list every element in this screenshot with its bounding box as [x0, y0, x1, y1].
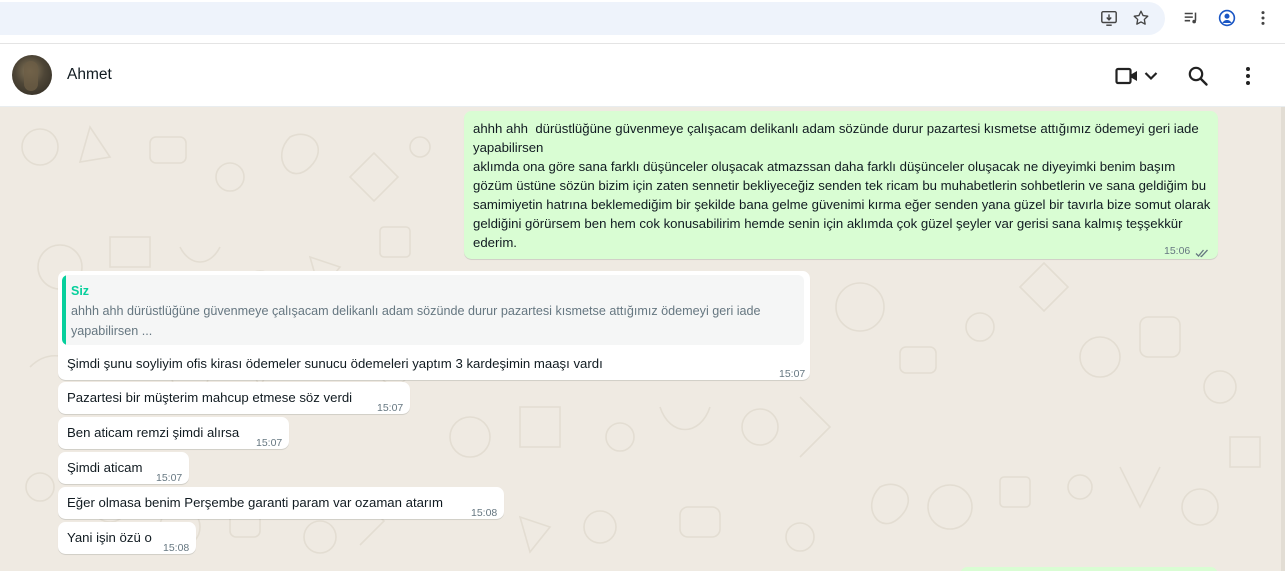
message-time: 15:06: [1164, 245, 1191, 257]
contact-name[interactable]: Ahmet: [67, 66, 112, 84]
message-text: Pazartesi bir müşterim mahcup etmese söz…: [67, 390, 353, 405]
incoming-message[interactable]: Yani işin özü o 15:08: [58, 522, 196, 554]
avatar[interactable]: [12, 55, 52, 95]
quoted-message[interactable]: Siz ahhh ahh dürüstlüğüne güvenmeye çalı…: [62, 275, 804, 345]
message-time: 15:07: [156, 472, 183, 484]
incoming-message[interactable]: Ben aticam remzi şimdi alırsa 15:07: [58, 417, 289, 449]
read-ticks-icon: [1195, 244, 1209, 263]
message-text: ahhh ahh dürüstlüğüne güvenmeye çalışaca…: [473, 121, 1211, 250]
media-control-icon[interactable]: [1181, 8, 1201, 28]
bookmark-star-icon[interactable]: [1131, 8, 1151, 28]
browser-toolbar: [0, 0, 1285, 42]
incoming-reply-message[interactable]: Siz ahhh ahh dürüstlüğüne güvenmeye çalı…: [58, 271, 810, 380]
outgoing-message-partial[interactable]: [960, 567, 1218, 571]
incoming-message[interactable]: Eğer olmasa benim Perşembe garanti param…: [58, 487, 504, 519]
chevron-down-icon[interactable]: [1143, 63, 1159, 89]
address-bar[interactable]: [0, 2, 1165, 35]
conversation-panel[interactable]: ahhh ahh dürüstlüğüne güvenmeye çalışaca…: [0, 107, 1285, 571]
video-call-icon[interactable]: [1115, 63, 1139, 89]
message-text: Şimdi aticam: [67, 460, 143, 475]
outgoing-message[interactable]: ahhh ahh dürüstlüğüne güvenmeye çalışaca…: [464, 111, 1218, 259]
message-time: 15:08: [163, 542, 190, 554]
search-icon[interactable]: [1187, 63, 1209, 89]
message-text: Yani işin özü o: [67, 530, 152, 545]
message-time: 15:08: [471, 507, 498, 519]
install-app-icon[interactable]: [1099, 8, 1119, 28]
incoming-message[interactable]: Şimdi aticam 15:07: [58, 452, 189, 484]
message-text: Eğer olmasa benim Perşembe garanti param…: [67, 495, 444, 510]
scrollbar[interactable]: [1281, 107, 1285, 571]
chat-header: Ahmet: [0, 43, 1285, 107]
profile-icon[interactable]: [1217, 8, 1237, 28]
quote-accent-bar: [62, 275, 66, 345]
quote-text: ahhh ahh dürüstlüğüne güvenmeye çalışaca…: [71, 304, 761, 338]
incoming-message[interactable]: Pazartesi bir müşterim mahcup etmese söz…: [58, 382, 410, 414]
browser-menu-icon[interactable]: [1253, 8, 1273, 28]
message-text: Şimdi şunu soyliyim ofis kirası ödemeler…: [67, 356, 603, 371]
menu-kebab-icon[interactable]: [1238, 63, 1258, 89]
message-time: 15:07: [779, 368, 806, 380]
message-text: Ben aticam remzi şimdi alırsa: [67, 425, 240, 440]
message-time: 15:07: [377, 402, 404, 414]
quote-author: Siz: [71, 284, 90, 298]
message-time: 15:07: [256, 437, 283, 449]
